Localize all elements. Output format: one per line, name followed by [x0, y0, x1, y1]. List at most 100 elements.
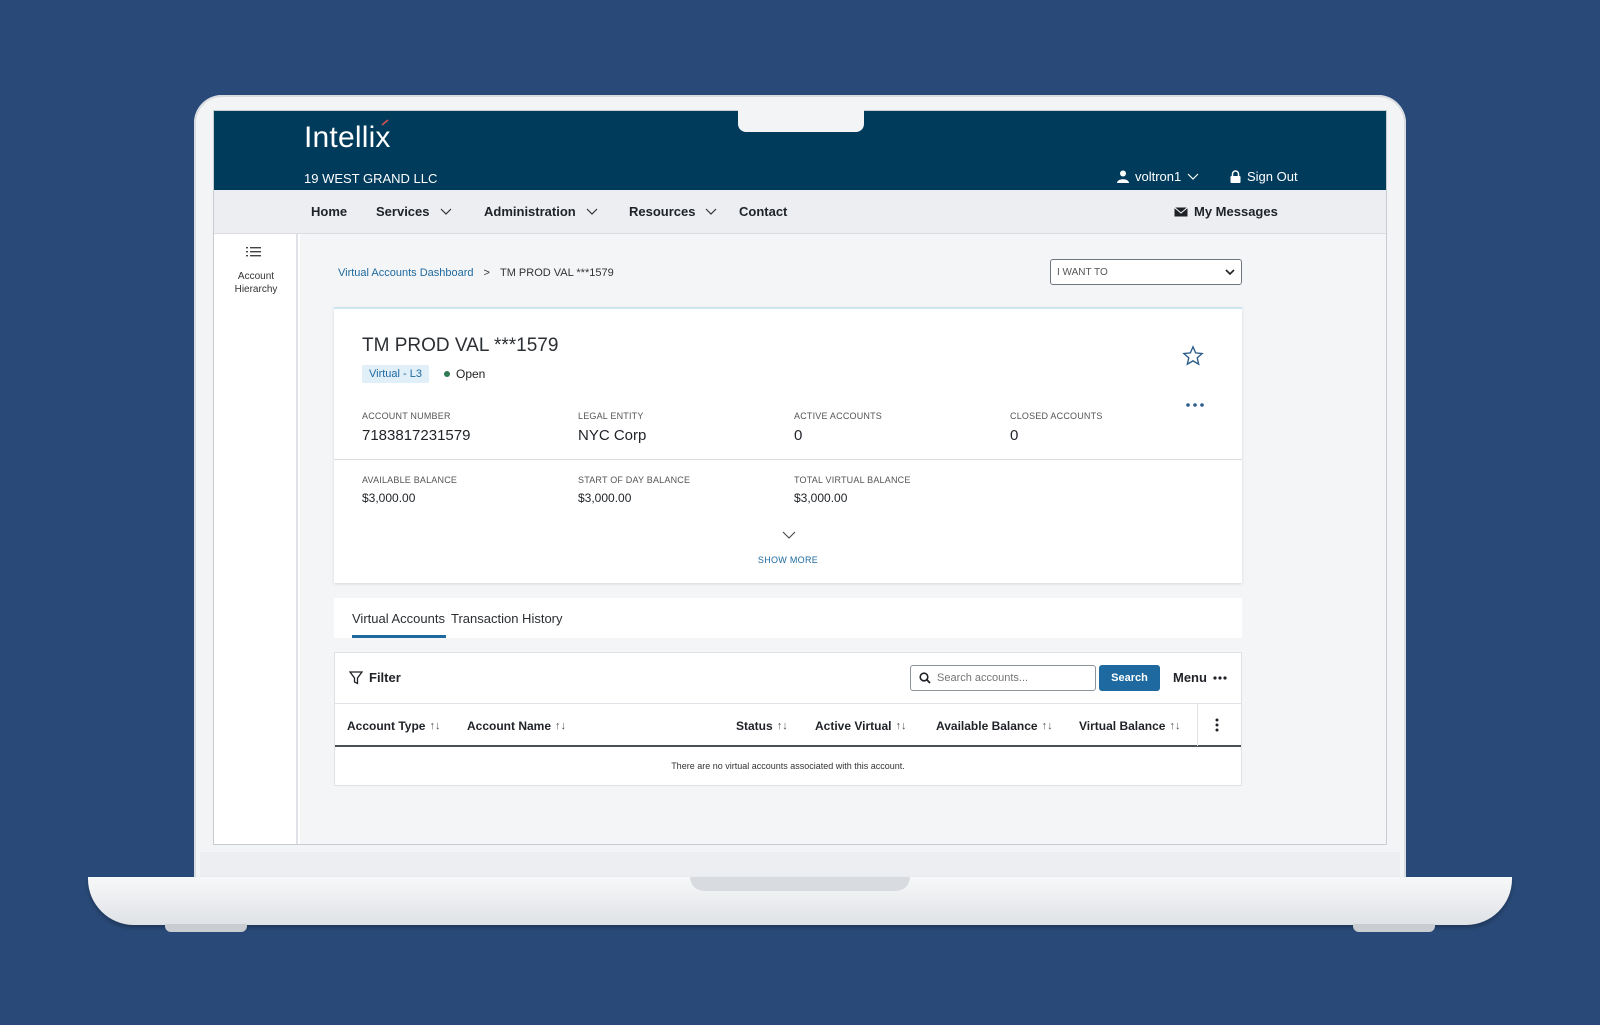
nav-administration[interactable]: Administration: [484, 204, 598, 219]
sort-icon: ↑↓: [776, 720, 788, 732]
show-more-label: SHOW MORE: [757, 555, 819, 565]
nav-home[interactable]: Home: [311, 204, 347, 219]
breadcrumb-parent-link[interactable]: Virtual Accounts Dashboard: [338, 267, 474, 279]
account-number-value: 7183817231579: [362, 427, 471, 444]
grid-menu-button[interactable]: Menu: [1173, 670, 1227, 685]
card-divider: [334, 459, 1242, 460]
total-virtual-balance-label: TOTAL VIRTUAL BALANCE: [794, 475, 911, 485]
column-label: Account Type: [347, 719, 426, 733]
nav-contact[interactable]: Contact: [739, 204, 787, 219]
breadcrumb-current: TM PROD VAL ***1579: [499, 267, 614, 279]
main-content: Virtual Accounts Dashboard > TM PROD VAL…: [300, 234, 1386, 844]
search-box: [910, 665, 1096, 691]
grid-menu-label: Menu: [1173, 670, 1207, 685]
column-account-name[interactable]: Account Name ↑↓: [467, 719, 566, 733]
nav-resources[interactable]: Resources: [629, 204, 717, 219]
column-account-type[interactable]: Account Type ↑↓: [347, 719, 440, 733]
nav-resources-label: Resources: [629, 204, 696, 219]
sort-icon: ↑↓: [429, 720, 441, 732]
user-icon: [1117, 170, 1129, 183]
laptop-base-groove: [690, 877, 910, 891]
active-accounts-label: ACTIVE ACCOUNTS: [794, 411, 883, 421]
total-virtual-balance-value: $3,000.00: [794, 491, 848, 505]
closed-accounts-value: 0: [1010, 427, 1019, 444]
active-tab-indicator: [352, 635, 446, 638]
column-status[interactable]: Status ↑↓: [736, 719, 788, 733]
main-nav: Home Services Administration Resources C…: [214, 190, 1386, 234]
breadcrumb: Virtual Accounts Dashboard > TM PROD VAL…: [338, 267, 614, 279]
sort-icon: ↑↓: [1041, 720, 1053, 732]
table-header-row: Account Type ↑↓ Account Name ↑↓ Status ↑…: [335, 703, 1241, 747]
legal-entity-label: LEGAL ENTITY: [578, 411, 644, 421]
tab-transaction-history[interactable]: Transaction History: [451, 611, 563, 626]
account-title: TM PROD VAL ***1579: [362, 335, 559, 356]
laptop-camera-notch: [738, 110, 864, 132]
filter-label: Filter: [369, 670, 401, 685]
i-want-to-label: I WANT TO: [1057, 266, 1108, 278]
chevron-down-icon[interactable]: [782, 531, 796, 539]
active-accounts-value: 0: [794, 427, 803, 444]
tab-bar: Virtual Accounts Transaction History: [334, 598, 1242, 638]
user-menu[interactable]: voltron1: [1117, 169, 1199, 184]
empty-table-message: There are no virtual accounts associated…: [671, 761, 905, 771]
chevron-down-icon: [1225, 268, 1235, 275]
sign-out-link[interactable]: Sign Out: [1230, 169, 1298, 184]
column-active-virtual[interactable]: Active Virtual ↑↓: [815, 719, 906, 733]
more-options-icon[interactable]: [1186, 403, 1204, 407]
favorite-star-icon[interactable]: [1182, 345, 1204, 367]
chevron-down-icon: [586, 208, 598, 215]
start-of-day-balance-label: START OF DAY BALANCE: [578, 475, 691, 485]
intellix-logo[interactable]: Intellix: [304, 119, 391, 155]
start-of-day-balance-value: $3,000.00: [578, 491, 632, 505]
account-type-badge: Virtual - L3: [362, 365, 429, 383]
sort-icon: ↑↓: [895, 720, 907, 732]
nav-home-label: Home: [311, 204, 348, 219]
sidebar: Account Hierarchy: [214, 234, 298, 844]
logo-text: Intellix: [304, 121, 391, 154]
virtual-accounts-grid: Filter Search Menu Account Type ↑↓ Accou…: [334, 652, 1242, 786]
sort-icon: ↑↓: [555, 720, 567, 732]
filter-button[interactable]: Filter: [349, 670, 401, 685]
laptop-chin: [200, 852, 1400, 878]
column-virtual-balance[interactable]: Virtual Balance ↑↓: [1079, 719, 1180, 733]
column-label: Status: [736, 719, 773, 733]
sort-icon: ↑↓: [1169, 720, 1181, 732]
column-available-balance[interactable]: Available Balance ↑↓: [936, 719, 1053, 733]
account-hierarchy-label: Account Hierarchy: [234, 271, 278, 295]
legal-entity-value: NYC Corp: [578, 427, 647, 444]
column-label: Active Virtual: [815, 719, 892, 733]
closed-accounts-label: CLOSED ACCOUNTS: [1010, 411, 1103, 421]
column-separator: [1197, 704, 1198, 746]
status-label: Open: [456, 367, 486, 381]
screen: Intellix 19 WEST GRAND LLC voltron1 Sign…: [213, 110, 1387, 845]
lock-icon: [1230, 170, 1241, 183]
filter-icon: [349, 670, 363, 685]
nav-services-label: Services: [376, 204, 430, 219]
account-summary-card: TM PROD VAL ***1579 Virtual - L3 Open AC…: [334, 307, 1242, 583]
more-options-icon: [1213, 675, 1227, 680]
logo-accent-icon: [381, 119, 389, 126]
search-input[interactable]: [937, 672, 1087, 684]
nav-contact-label: Contact: [739, 204, 788, 219]
my-messages-link[interactable]: My Messages: [1174, 204, 1278, 219]
status-dot-icon: [444, 371, 450, 377]
nav-administration-label: Administration: [484, 204, 576, 219]
available-balance-label: AVAILABLE BALANCE: [362, 475, 458, 485]
laptop-foot-right: [1353, 924, 1435, 932]
i-want-to-select[interactable]: I WANT TO: [1050, 259, 1242, 285]
search-button[interactable]: Search: [1099, 665, 1160, 691]
search-icon: [919, 672, 931, 684]
breadcrumb-separator: >: [483, 267, 490, 279]
show-more-button[interactable]: SHOW MORE: [334, 555, 1242, 565]
nav-services[interactable]: Services: [376, 204, 452, 219]
chevron-down-icon: [1187, 173, 1199, 180]
column-options-icon[interactable]: [1215, 718, 1219, 732]
company-name: 19 WEST GRAND LLC: [304, 171, 438, 186]
account-number-label: ACCOUNT NUMBER: [362, 411, 451, 421]
my-messages-label: My Messages: [1194, 204, 1278, 219]
chevron-down-icon: [706, 208, 717, 215]
tab-virtual-accounts[interactable]: Virtual Accounts: [352, 611, 445, 626]
username: voltron1: [1135, 169, 1182, 184]
laptop-foot-left: [165, 924, 247, 932]
envelope-icon: [1174, 206, 1188, 216]
